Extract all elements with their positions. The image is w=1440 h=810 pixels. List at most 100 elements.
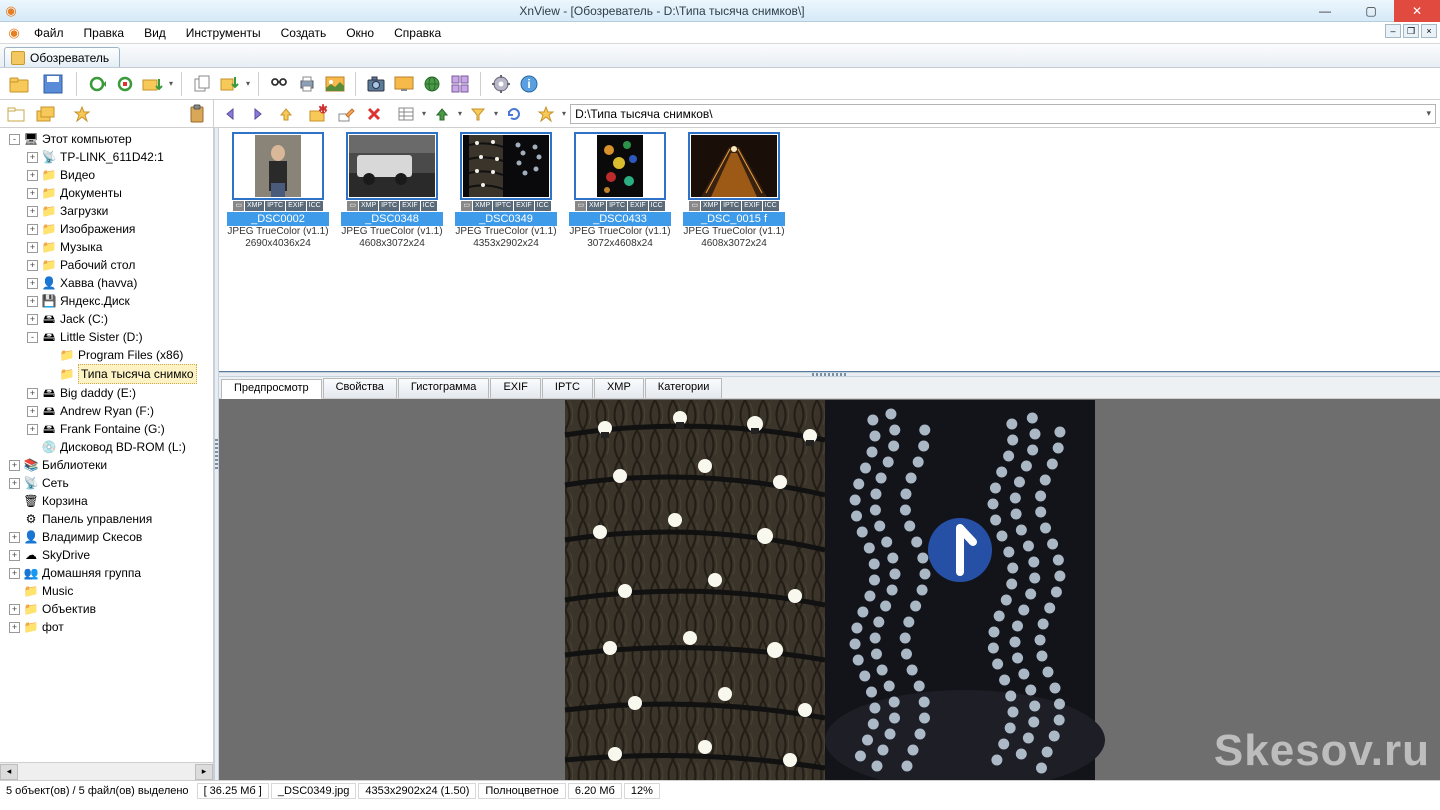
tree-node[interactable]: +📁фот — [2, 618, 213, 636]
tree-expander[interactable]: + — [27, 296, 38, 307]
tree-expander[interactable]: - — [9, 134, 20, 145]
tree-expander[interactable]: + — [27, 152, 38, 163]
tree-node[interactable]: -🖥Этот компьютер — [2, 130, 213, 148]
refresh-stop-button[interactable] — [113, 72, 137, 96]
refresh2-button[interactable] — [502, 102, 526, 126]
tree-node[interactable]: +👤Хавва (havva) — [2, 274, 213, 292]
preview-tab-2[interactable]: Гистограмма — [398, 378, 490, 398]
print-button[interactable] — [295, 72, 319, 96]
tree-expander[interactable]: + — [27, 260, 38, 271]
preview-tab-1[interactable]: Свойства — [323, 378, 397, 398]
web-button[interactable] — [420, 72, 444, 96]
tree-node[interactable]: +📁Загрузки — [2, 202, 213, 220]
thumbnail-pane[interactable]: ▭XMPIPTCEXIFICC_DSC0002JPEG TrueColor (v… — [219, 128, 1440, 372]
tree-expander[interactable]: + — [9, 478, 20, 489]
sort-button[interactable] — [430, 102, 454, 126]
tree-node[interactable]: 📁Music — [2, 582, 213, 600]
tree-node[interactable]: +📁Документы — [2, 184, 213, 202]
tree-expander[interactable]: + — [27, 242, 38, 253]
tree-expander[interactable]: + — [9, 622, 20, 633]
mdi-close[interactable]: × — [1421, 24, 1437, 38]
tree-node[interactable]: 🗑Корзина — [2, 492, 213, 510]
preview-tab-4[interactable]: IPTC — [542, 378, 593, 398]
forward-button[interactable] — [246, 102, 270, 126]
maximize-button[interactable]: ▢ — [1348, 0, 1394, 22]
tab-browser[interactable]: Обозреватель — [4, 47, 120, 67]
tree-expander[interactable]: + — [27, 424, 38, 435]
help-button[interactable]: i — [517, 72, 541, 96]
tree-node[interactable]: +💾Яндекс.Диск — [2, 292, 213, 310]
tree-node[interactable]: +☁SkyDrive — [2, 546, 213, 564]
menu-Инструменты[interactable]: Инструменты — [176, 24, 271, 42]
tree-expander[interactable]: + — [9, 568, 20, 579]
minimize-button[interactable]: — — [1302, 0, 1348, 22]
open-recent-button[interactable] — [141, 72, 165, 96]
tree-expander[interactable]: + — [27, 224, 38, 235]
favorite-add-button[interactable] — [534, 102, 558, 126]
tree-node[interactable]: +📚Библиотеки — [2, 456, 213, 474]
thumbnail[interactable]: ▭XMPIPTCEXIFICC_DSC0433JPEG TrueColor (v… — [569, 132, 671, 250]
fav-folder-stack-button[interactable] — [34, 102, 58, 126]
menu-Вид[interactable]: Вид — [134, 24, 176, 42]
tree-node[interactable]: -🖴Little Sister (D:) — [2, 328, 213, 346]
tree-expander[interactable]: + — [9, 550, 20, 561]
menu-Окно[interactable]: Окно — [336, 24, 384, 42]
preview-tab-5[interactable]: XMP — [594, 378, 644, 398]
tree-node[interactable]: 💿Дисковод BD-ROM (L:) — [2, 438, 213, 456]
tree-node[interactable]: +🖴Big daddy (E:) — [2, 384, 213, 402]
tree-node[interactable]: +📡Сеть — [2, 474, 213, 492]
tree-expander[interactable]: + — [9, 460, 20, 471]
save-button[interactable] — [38, 69, 68, 99]
tree-node[interactable]: 📁Типа тысяча снимко — [2, 364, 213, 384]
tree-expander[interactable]: + — [27, 170, 38, 181]
view-mode-button[interactable] — [394, 102, 418, 126]
thumbnail[interactable]: ▭XMPIPTCEXIFICC_DSC0002JPEG TrueColor (v… — [227, 132, 329, 250]
paste-button[interactable] — [218, 72, 242, 96]
tree-expander[interactable]: + — [27, 314, 38, 325]
tree-node[interactable]: +👤Владимир Скесов — [2, 528, 213, 546]
tree-expander[interactable]: - — [27, 332, 38, 343]
tree-node[interactable]: +📁Объектив — [2, 600, 213, 618]
tree-node[interactable]: +🖴Frank Fontaine (G:) — [2, 420, 213, 438]
preview-tab-0[interactable]: Предпросмотр — [221, 379, 322, 399]
open-button[interactable] — [4, 69, 34, 99]
tree-node[interactable]: +🖴Andrew Ryan (F:) — [2, 402, 213, 420]
preview-pane[interactable]: Skesov.ru — [219, 399, 1440, 780]
tree-node[interactable]: +📁Изображения — [2, 220, 213, 238]
tree-expander[interactable]: + — [9, 604, 20, 615]
thumbnail[interactable]: ▭XMPIPTCEXIFICC_DSC0348JPEG TrueColor (v… — [341, 132, 443, 250]
arrange-button[interactable] — [448, 72, 472, 96]
tree-expander[interactable]: + — [27, 206, 38, 217]
settings-button[interactable] — [489, 72, 513, 96]
back-button[interactable] — [218, 102, 242, 126]
search-button[interactable] — [267, 72, 291, 96]
menu-Создать[interactable]: Создать — [271, 24, 337, 42]
folder-tree[interactable]: -🖥Этот компьютер+📡TP-LINK_611D42:1+📁Виде… — [0, 128, 213, 762]
tree-scrollbar[interactable]: ◂▸ — [0, 762, 213, 780]
tree-expander[interactable]: + — [27, 188, 38, 199]
refresh-button[interactable] — [85, 72, 109, 96]
thumbnail[interactable]: ▭XMPIPTCEXIFICC_DSC_0015 fJPEG TrueColor… — [683, 132, 785, 250]
tree-node[interactable]: 📁Program Files (x86) — [2, 346, 213, 364]
mdi-minimize[interactable]: – — [1385, 24, 1401, 38]
tree-expander[interactable]: + — [27, 278, 38, 289]
up-button[interactable] — [274, 102, 298, 126]
tree-node[interactable]: +📁Музыка — [2, 238, 213, 256]
filter-button[interactable] — [466, 102, 490, 126]
copy-button[interactable] — [190, 72, 214, 96]
tree-node[interactable]: +👥Домашняя группа — [2, 564, 213, 582]
tree-node[interactable]: +📁Видео — [2, 166, 213, 184]
menu-Файл[interactable]: Файл — [24, 24, 74, 42]
rename-button[interactable] — [334, 102, 358, 126]
slideshow-button[interactable] — [323, 72, 347, 96]
menu-Справка[interactable]: Справка — [384, 24, 451, 42]
mdi-restore[interactable]: ❐ — [1403, 24, 1419, 38]
preview-tab-3[interactable]: EXIF — [490, 378, 540, 398]
chevron-down-icon[interactable]: ▾ — [1426, 108, 1431, 119]
fav-star-button[interactable] — [70, 102, 94, 126]
tree-node[interactable]: +🖴Jack (C:) — [2, 310, 213, 328]
screen-button[interactable] — [392, 72, 416, 96]
address-bar[interactable]: D:\Типа тысяча снимков\ ▾ — [570, 104, 1436, 124]
clipboard-button[interactable] — [185, 102, 209, 126]
preview-tab-6[interactable]: Категории — [645, 378, 723, 398]
